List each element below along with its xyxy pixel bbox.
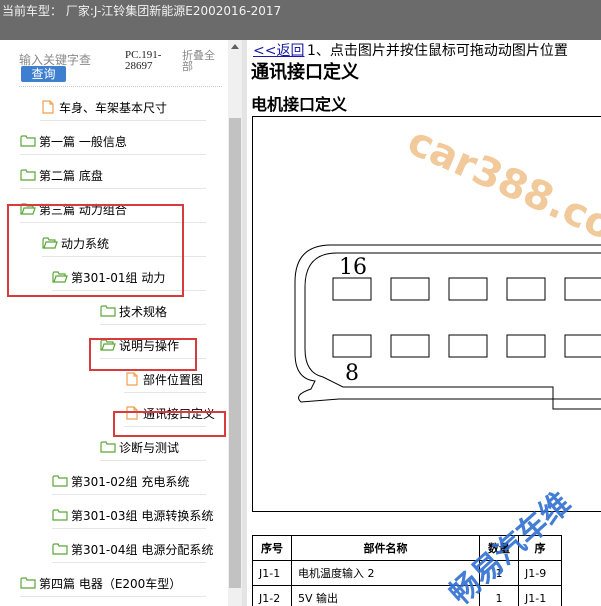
tree-separator: [20, 188, 206, 189]
col-header-no-2: 序: [518, 535, 562, 561]
tree-separator: [52, 528, 206, 529]
tree-item-301-02[interactable]: 第301-02组 充电系统: [52, 471, 206, 491]
watermark-car388: car388.com: [401, 118, 601, 267]
tree-item-301-04[interactable]: 第301-04组 电源分配系统: [52, 539, 213, 559]
tree-item-component-location[interactable]: 部件位置图: [124, 369, 206, 389]
table-cell: 5V 输出: [291, 585, 480, 606]
scroll-thumb[interactable]: [229, 118, 241, 588]
tree-item-general-info[interactable]: 第一篇 一般信息: [20, 131, 206, 151]
tree-item-label: 技术规格: [119, 305, 168, 319]
highlight-box-interface: [113, 411, 226, 437]
table-cell: 电机温度输入 2: [291, 560, 480, 586]
col-header-no: 序号: [252, 535, 292, 561]
pin-label-top: 16: [339, 255, 367, 280]
table-row: J1-2 5V 输出 1 J1-1: [252, 585, 562, 606]
current-model-label: 当前车型： 厂家:J-江铃集团新能源E2002016-2017: [2, 4, 282, 18]
pin-label-bottom: 8: [345, 361, 359, 386]
tree-separator: [20, 154, 206, 155]
tree-item-specs[interactable]: 技术规格: [100, 301, 206, 321]
folder-icon: [20, 168, 36, 182]
tree-separator: [40, 120, 206, 121]
file-icon: [40, 100, 56, 114]
folder-icon: [20, 134, 36, 148]
table-cell: J1-1: [518, 585, 562, 606]
collapse-all-button[interactable]: 折叠全部: [182, 50, 222, 72]
sidebar-scrollbar[interactable]: [228, 40, 242, 606]
tree-separator: [100, 460, 206, 461]
tree-item-body-frame[interactable]: 车身、车架基本尺寸: [40, 97, 206, 117]
tree-item-label: 第四篇 电器（E200车型）: [39, 577, 182, 591]
pc-code: PC.191-28697: [125, 49, 162, 72]
scroll-up-arrow-icon[interactable]: [228, 40, 242, 54]
folder-icon: [52, 474, 68, 488]
title-bar: 当前车型： 厂家:J-江铃集团新能源E2002016-2017: [0, 0, 601, 40]
tree-item-chassis[interactable]: 第二篇 底盘: [20, 165, 206, 185]
back-link[interactable]: <<返回: [253, 40, 304, 60]
tree-item-label: 第301-03组 电源转换系统: [71, 509, 214, 523]
connector-diagram[interactable]: 16 8 car388.com: [252, 116, 601, 512]
search-button[interactable]: 查询: [21, 66, 66, 82]
table-cell: 1: [479, 560, 519, 586]
section-title: 电机接口定义: [251, 95, 348, 114]
highlight-box-instructions: [89, 338, 197, 371]
folder-icon: [20, 576, 36, 590]
tree-item-label: 第二篇 底盘: [39, 169, 103, 183]
sidebar: 查询 PC.191-28697 折叠全部 车身、车架基本尺寸第一篇 一般信息第二…: [0, 40, 242, 606]
tree-item-label: 车身、车架基本尺寸: [59, 101, 168, 115]
tree-item-label: 诊断与测试: [119, 441, 180, 455]
col-header-qty: 数量: [479, 535, 519, 561]
tree-item-diagnosis[interactable]: 诊断与测试: [100, 437, 206, 457]
tree-item-label: 第一篇 一般信息: [39, 135, 127, 149]
table-cell: J1-1: [252, 560, 292, 586]
file-icon: [124, 372, 140, 386]
content-panel: <<返回 1、点击图片并按住鼠标可拖动动图片位置 通讯接口定义 电机接口定义 1…: [247, 40, 601, 606]
table-cell: J1-9: [518, 560, 562, 586]
folder-icon: [52, 508, 68, 522]
connector-drawing: 16 8 car388.com: [294, 118, 601, 410]
tree-item-301-03[interactable]: 第301-03组 电源转换系统: [52, 505, 213, 525]
pin-definition-table: 序号 部件名称 数量 序 J1-1 电机温度输入 2 1 J1-9 J1-2 5…: [252, 535, 562, 606]
tree-separator: [52, 494, 206, 495]
highlight-box-powertrain: [7, 204, 184, 297]
table-cell: J1-2: [252, 585, 292, 606]
tree-separator: [20, 596, 206, 597]
tree-separator: [124, 392, 206, 393]
tree-item-label: 第301-04组 电源分配系统: [71, 543, 214, 557]
folder-icon: [100, 440, 116, 454]
hint-text: 1、点击图片并按住鼠标可拖动动图片位置: [307, 43, 568, 59]
folder-icon: [52, 542, 68, 556]
col-header-name: 部件名称: [291, 535, 480, 561]
tree-item-electrical[interactable]: 第四篇 电器（E200车型）: [20, 573, 206, 593]
folder-icon: [100, 304, 116, 318]
tree-item-label: 部件位置图: [143, 373, 204, 387]
tree-separator: [52, 562, 206, 563]
table-row: J1-1 电机温度输入 2 1 J1-9: [252, 560, 562, 586]
page-title: 通讯接口定义: [251, 62, 359, 83]
divider: [19, 86, 222, 87]
tree-item-label: 第301-02组 充电系统: [71, 475, 190, 489]
table-cell: 1: [479, 585, 519, 606]
tree-separator: [100, 324, 206, 325]
